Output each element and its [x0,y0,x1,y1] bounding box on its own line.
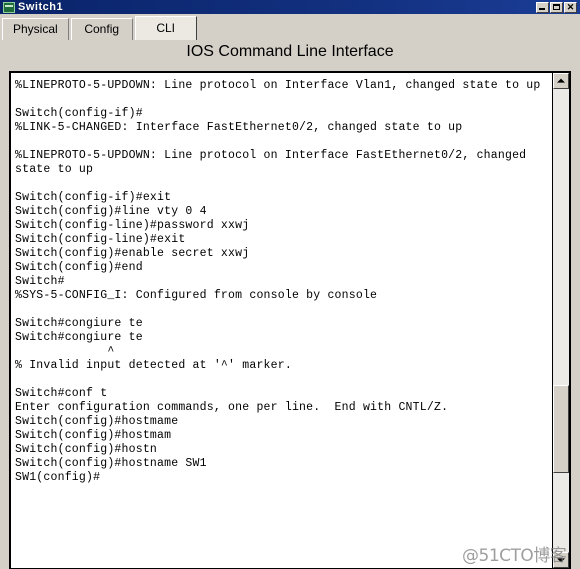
terminal-scrollbar[interactable] [552,73,569,568]
minimize-button[interactable] [536,1,549,13]
cli-panel: IOS Command Line Interface %LINEPROTO-5-… [0,40,580,569]
scroll-down-button[interactable] [553,552,569,568]
title-bar: Switch1 ✕ [0,0,580,14]
scroll-up-arrow-icon [557,78,565,83]
scroll-down-arrow-icon [557,558,565,563]
maximize-icon [553,3,560,10]
terminal-line: Switch(config-if)#exit [15,191,172,204]
terminal-line: %LINEPROTO-5-UPDOWN: Line protocol on In… [15,79,541,92]
terminal-line: % Invalid input detected at '^' marker. [15,359,292,372]
scrollbar-track[interactable] [553,89,569,552]
window-controls: ✕ [536,1,577,13]
terminal-line: Switch(config)#hostmam [15,429,172,442]
terminal-line: %LINEPROTO-5-UPDOWN: Line protocol on In… [15,149,527,162]
terminal-line: SW1(config)# [15,471,101,484]
tab-physical[interactable]: Physical [2,18,69,40]
tab-strip: Physical Config CLI [0,14,580,40]
terminal-line: Switch# [15,275,65,288]
tab-config[interactable]: Config [70,18,133,40]
terminal-line: Switch(config-line)#password xxwj [15,219,250,232]
switch-device-icon [3,1,15,13]
close-button[interactable]: ✕ [564,1,577,13]
terminal-container: %LINEPROTO-5-UPDOWN: Line protocol on In… [9,71,571,569]
terminal-line: %SYS-5-CONFIG_I: Configured from console… [15,289,378,302]
terminal-line: Switch(config)#hostmame [15,415,179,428]
window-title: Switch1 [18,0,64,13]
terminal-line: Switch(config)#hostname SW1 [15,457,207,470]
close-icon: ✕ [566,1,575,12]
terminal-line: Switch#congiure te [15,331,143,344]
terminal-line: Switch#congiure te [15,317,143,330]
terminal-line: Switch(config)#enable secret xxwj [15,247,250,260]
terminal-text: %LINEPROTO-5-UPDOWN: Line protocol on In… [15,73,552,485]
terminal-line: Switch(config)#line vty 0 4 [15,205,207,218]
scrollbar-thumb[interactable] [553,385,569,473]
terminal-line: Switch#conf t [15,387,108,400]
scroll-up-button[interactable] [553,73,569,89]
page-title: IOS Command Line Interface [186,43,394,60]
terminal-line: Switch(config)#end [15,261,143,274]
terminal-line: Switch(config)#hostn [15,443,158,456]
terminal-line: Switch(config-line)#exit [15,233,186,246]
terminal-output[interactable]: %LINEPROTO-5-UPDOWN: Line protocol on In… [11,73,552,568]
maximize-button[interactable] [550,1,563,13]
terminal-line: Enter configuration commands, one per li… [15,401,449,414]
minimize-icon [539,7,545,10]
terminal-line: %LINK-5-CHANGED: Interface FastEthernet0… [15,121,463,134]
switch-device-window: Switch1 ✕ Physical Config CLI IOS Comman… [0,0,580,569]
terminal-line: Switch(config-if)# [15,107,143,120]
terminal-line: state to up [15,163,94,176]
terminal-line: ^ [15,345,115,358]
tab-cli[interactable]: CLI [134,16,197,40]
